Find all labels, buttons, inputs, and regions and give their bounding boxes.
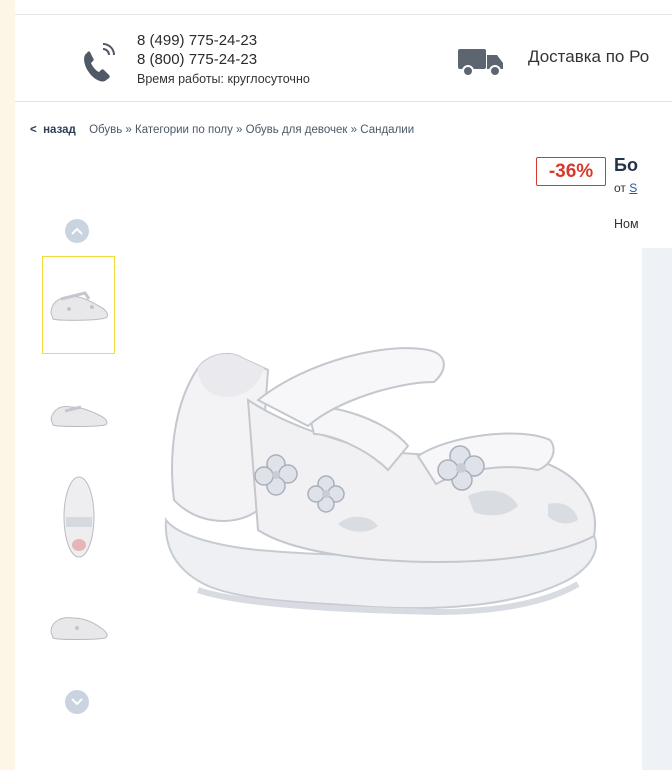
sandal-thumbnail-image <box>49 405 107 427</box>
delivery-info[interactable]: Доставка по Ро <box>528 47 649 67</box>
sandal-thumbnail-image <box>63 476 94 558</box>
brand-link[interactable]: S <box>629 181 637 195</box>
truck-icon <box>458 49 503 77</box>
gallery-thumbnail[interactable] <box>42 467 115 565</box>
sandal-thumbnail-image <box>49 617 108 640</box>
working-hours: Время работы: круглосуточно <box>137 72 310 86</box>
breadcrumb: < назад Обувь » Категории по полу » Обув… <box>30 124 415 136</box>
gallery-down-button[interactable] <box>65 690 89 714</box>
breadcrumb-item-current: Сандалии <box>360 124 415 136</box>
chevron-down-icon <box>71 698 83 706</box>
breadcrumb-item[interactable]: Обувь <box>89 124 122 136</box>
gallery-thumbnail[interactable] <box>42 256 115 354</box>
divider <box>15 101 672 102</box>
product-sku: Ном <box>614 217 639 231</box>
divider <box>15 14 672 15</box>
sandal-thumbnail-image <box>49 291 108 321</box>
product-options-panel <box>642 248 672 770</box>
gallery-thumbnail[interactable] <box>42 575 115 673</box>
gallery-up-button[interactable] <box>65 219 89 243</box>
gallery-thumbnail[interactable] <box>42 363 115 461</box>
phone-number[interactable]: 8 (499) 775-24-23 <box>137 31 310 50</box>
phone-number[interactable]: 8 (800) 775-24-23 <box>137 50 310 69</box>
back-link[interactable]: < назад <box>30 124 76 136</box>
product-title: Бо <box>614 155 638 175</box>
breadcrumb-item[interactable]: Категории по полу <box>135 124 233 136</box>
contact-block: 8 (499) 775-24-23 8 (800) 775-24-23 Врем… <box>137 31 310 89</box>
product-brand: от S <box>614 181 638 195</box>
discount-badge: -36% <box>536 157 606 186</box>
phone-icon <box>84 43 115 82</box>
breadcrumb-item[interactable]: Обувь для девочек <box>246 124 348 136</box>
page: 8 (499) 775-24-23 8 (800) 775-24-23 Врем… <box>15 0 672 770</box>
chevron-up-icon <box>71 227 83 235</box>
product-main-image[interactable] <box>138 250 614 660</box>
